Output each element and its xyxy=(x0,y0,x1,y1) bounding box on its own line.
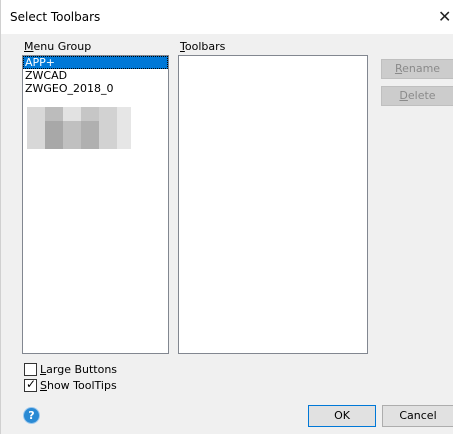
menu-group-item-app-plus[interactable]: APP+ xyxy=(23,56,168,69)
toolbars-label-rest: oolbars xyxy=(184,40,226,53)
select-toolbars-dialog: Select Toolbars ✕ Menu Group APP+ ZWCAD … xyxy=(0,0,453,434)
menu-group-item-zwgeo[interactable]: ZWGEO_2018_0 xyxy=(23,82,168,95)
redacted-list-items xyxy=(27,107,131,149)
cancel-button[interactable]: Cancel xyxy=(382,405,453,427)
show-tooltips-accel: S xyxy=(40,379,47,392)
title-bar: Select Toolbars ✕ xyxy=(1,0,453,34)
rename-button[interactable]: Rename xyxy=(381,59,453,79)
ok-button[interactable]: OK xyxy=(308,405,376,427)
check-icon: ✓ xyxy=(26,377,37,391)
rename-rest: ename xyxy=(402,62,441,75)
menu-group-list[interactable]: APP+ ZWCAD ZWGEO_2018_0 xyxy=(22,55,169,354)
menu-group-item-zwcad[interactable]: ZWCAD xyxy=(23,69,168,82)
large-buttons-checkbox[interactable] xyxy=(24,363,37,376)
show-tooltips-checkbox[interactable]: ✓ xyxy=(24,377,37,392)
help-icon[interactable]: ? xyxy=(24,408,39,423)
delete-accel: D xyxy=(399,89,408,102)
close-icon[interactable]: ✕ xyxy=(438,7,451,26)
show-tooltips-rest: how ToolTips xyxy=(46,379,117,392)
delete-button[interactable]: Delete xyxy=(381,86,453,106)
show-tooltips-label: Show ToolTips xyxy=(40,379,117,392)
menu-group-label: Menu Group xyxy=(24,40,91,53)
large-buttons-rest: arge Buttons xyxy=(46,363,118,376)
large-buttons-label: Large Buttons xyxy=(40,363,117,376)
dialog-title: Select Toolbars xyxy=(10,10,101,24)
menu-group-label-rest: enu Group xyxy=(33,40,92,53)
menu-group-label-accel: M xyxy=(24,40,34,53)
toolbars-label: Toolbars xyxy=(180,40,225,53)
delete-rest: elete xyxy=(407,89,436,102)
toolbars-list[interactable] xyxy=(178,55,368,354)
